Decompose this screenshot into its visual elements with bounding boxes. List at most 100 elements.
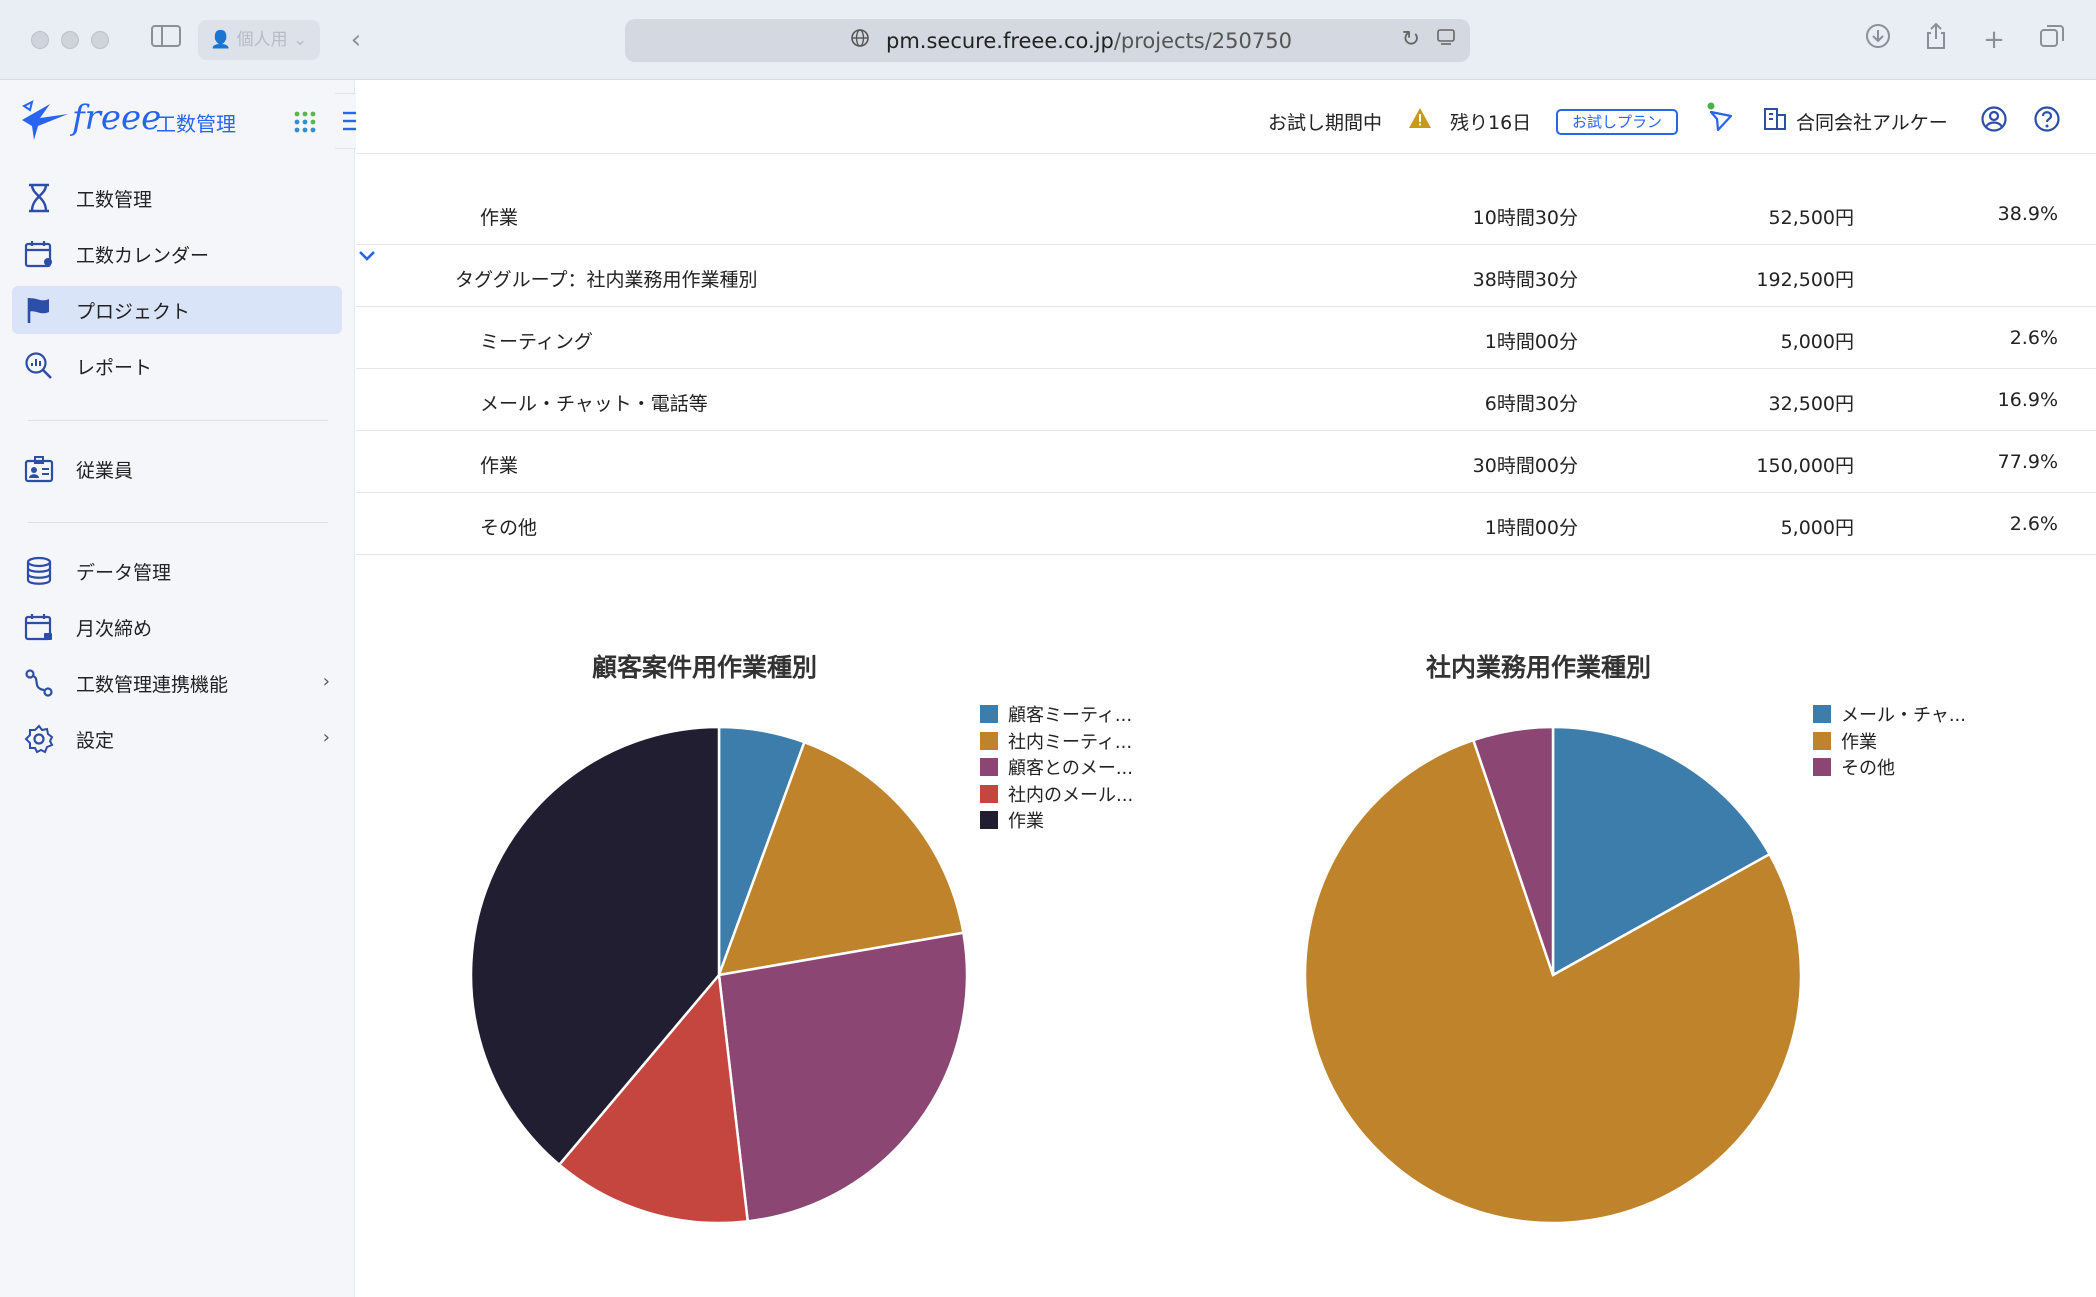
legend-item[interactable]: 顧客とのメー... (980, 756, 1133, 779)
sidebar-item-calendar[interactable]: 工数カレンダー (12, 230, 342, 278)
hourglass-icon (22, 181, 56, 215)
sidebar-toggle-icon[interactable] (148, 22, 184, 58)
profile-label: 個人用 (236, 30, 288, 50)
sidebar-item-reports[interactable]: レポート (12, 342, 342, 390)
pie-chart-customer (469, 725, 969, 1225)
flag-icon (22, 293, 56, 327)
legend-item[interactable]: メール・チャ... (1813, 703, 1966, 726)
row-percent: 16.9% (1997, 389, 2058, 411)
row-time: 30時間00分 (1472, 455, 1578, 477)
row-time: 38時間30分 (1472, 269, 1578, 291)
database-icon (22, 554, 56, 588)
download-icon[interactable] (1860, 22, 1896, 58)
sidebar: freee 工数管理 工数管理 工数カレンダー プロジェクト レポート 従業員 … (0, 80, 385, 1297)
sidebar-item-data-management[interactable]: データ管理 (12, 547, 342, 595)
sidebar-divider (28, 420, 328, 421)
minimize-window-button[interactable] (61, 31, 79, 49)
row-name: 作業 (480, 207, 519, 229)
row-cost: 150,000円 (1756, 455, 1854, 477)
legend-swatch (980, 784, 998, 803)
legend-swatch (980, 705, 998, 723)
row-name: メール・チャット・電話等 (480, 393, 708, 415)
sidebar-item-label: プロジェクト (76, 300, 191, 323)
chart-title-internal: 社内業務用作業種別 (1426, 653, 1652, 682)
gear-icon (22, 722, 56, 756)
chevron-down-icon[interactable] (356, 245, 378, 267)
legend-item[interactable]: 作業 (980, 809, 1044, 832)
new-tab-icon[interactable]: + (1976, 22, 2012, 58)
reload-icon[interactable]: ↻ (1402, 27, 1420, 52)
sidebar-item-label: レポート (76, 356, 153, 379)
app-grid-icon[interactable] (293, 110, 317, 134)
row-name: ミーティング (480, 331, 593, 353)
sidebar-item-label: 工数管理連携機能 (76, 673, 229, 696)
reader-icon[interactable] (1436, 27, 1456, 52)
browser-toolbar: 👤 個人用 ⌄ ‹ pm.secure.freee.co.jp/projects… (0, 0, 2096, 80)
sidebar-item-monthly-close[interactable]: 月次締め (12, 603, 342, 651)
legend-swatch (1813, 705, 1831, 723)
close-window-button[interactable] (31, 31, 49, 49)
globe-icon (850, 28, 870, 53)
chevron-down-icon: ⌄ (292, 30, 308, 50)
bird-logo-icon (22, 100, 68, 140)
legend-item[interactable]: その他 (1813, 756, 1895, 779)
legend-swatch (980, 731, 998, 750)
address-bar[interactable]: pm.secure.freee.co.jp/projects/250750 ↻ (625, 19, 1470, 62)
legend-swatch (1813, 758, 1831, 776)
table-row: 作業 30時間00分 150,000円 77.9% (356, 431, 2096, 493)
legend-label: 顧客とのメー... (1008, 758, 1133, 779)
legend-swatch (1813, 731, 1831, 750)
row-name: 作業 (480, 455, 519, 477)
sidebar-item-workload[interactable]: 工数管理 (12, 174, 342, 222)
table-row (356, 110, 2096, 154)
legend-label: 顧客ミーティ... (1008, 705, 1133, 726)
url-text: pm.secure.freee.co.jp/projects/250750 (886, 29, 1292, 53)
legend-label: 作業 (1008, 811, 1044, 832)
sidebar-item-integrations[interactable]: 工数管理連携機能 › (12, 659, 342, 707)
share-icon[interactable] (1918, 22, 1954, 58)
legend-swatch (980, 811, 998, 829)
row-time: 1時間00分 (1484, 517, 1578, 539)
row-cost: 5,000円 (1780, 331, 1854, 353)
legend-label: その他 (1841, 758, 1895, 779)
row-cost: 192,500円 (1756, 269, 1854, 291)
legend-item[interactable]: 顧客ミーティ... (980, 703, 1133, 726)
back-button[interactable]: ‹ (338, 22, 374, 58)
row-percent: 2.6% (2009, 513, 2058, 535)
calendar-lock-icon (22, 610, 56, 644)
row-name: タググループ：社内業務用作業種別 (455, 269, 758, 291)
tab-overview-icon[interactable] (2034, 22, 2070, 58)
row-percent: 77.9% (1997, 451, 2058, 473)
row-cost: 52,500円 (1768, 207, 1854, 229)
row-percent: 38.9% (1997, 203, 2058, 225)
chevron-right-icon: › (322, 727, 330, 748)
sidebar-item-projects[interactable]: プロジェクト (12, 286, 342, 334)
profile-selector[interactable]: 👤 個人用 ⌄ (198, 20, 320, 60)
pie-slice[interactable] (717, 931, 969, 1223)
table-row: メール・チャット・電話等 6時間30分 32,500円 16.9% (356, 369, 2096, 431)
legend-item[interactable]: 作業 (1813, 730, 1877, 753)
row-percent: 2.6% (2009, 327, 2058, 349)
zoom-window-button[interactable] (91, 31, 109, 49)
legend-label: メール・チャ... (1841, 705, 1966, 726)
id-card-icon (22, 452, 56, 486)
table-group-row[interactable]: タググループ：社内業務用作業種別 38時間30分 192,500円 (356, 245, 2096, 307)
legend-swatch (980, 758, 998, 776)
person-icon: 👤 (210, 30, 232, 50)
sidebar-item-label: 従業員 (76, 459, 134, 482)
sidebar-item-employees[interactable]: 従業員 (12, 445, 342, 493)
legend-item[interactable]: 社内ミーティ... (980, 730, 1133, 753)
integration-icon (22, 666, 56, 700)
row-time: 10時間30分 (1472, 207, 1578, 229)
chevron-right-icon: › (322, 671, 330, 692)
legend-item[interactable]: 社内のメール... (980, 783, 1133, 806)
row-time: 6時間30分 (1484, 393, 1578, 415)
search-chart-icon (22, 349, 56, 383)
sidebar-item-label: 月次締め (76, 617, 153, 640)
url-path: /projects/250750 (1113, 29, 1292, 53)
logo-text: freee (72, 98, 162, 138)
table-row: 作業 10時間30分 52,500円 38.9% (356, 183, 2096, 245)
row-cost: 5,000円 (1780, 517, 1854, 539)
sidebar-item-settings[interactable]: 設定 › (12, 715, 342, 763)
legend-label: 社内ミーティ... (1008, 731, 1133, 753)
